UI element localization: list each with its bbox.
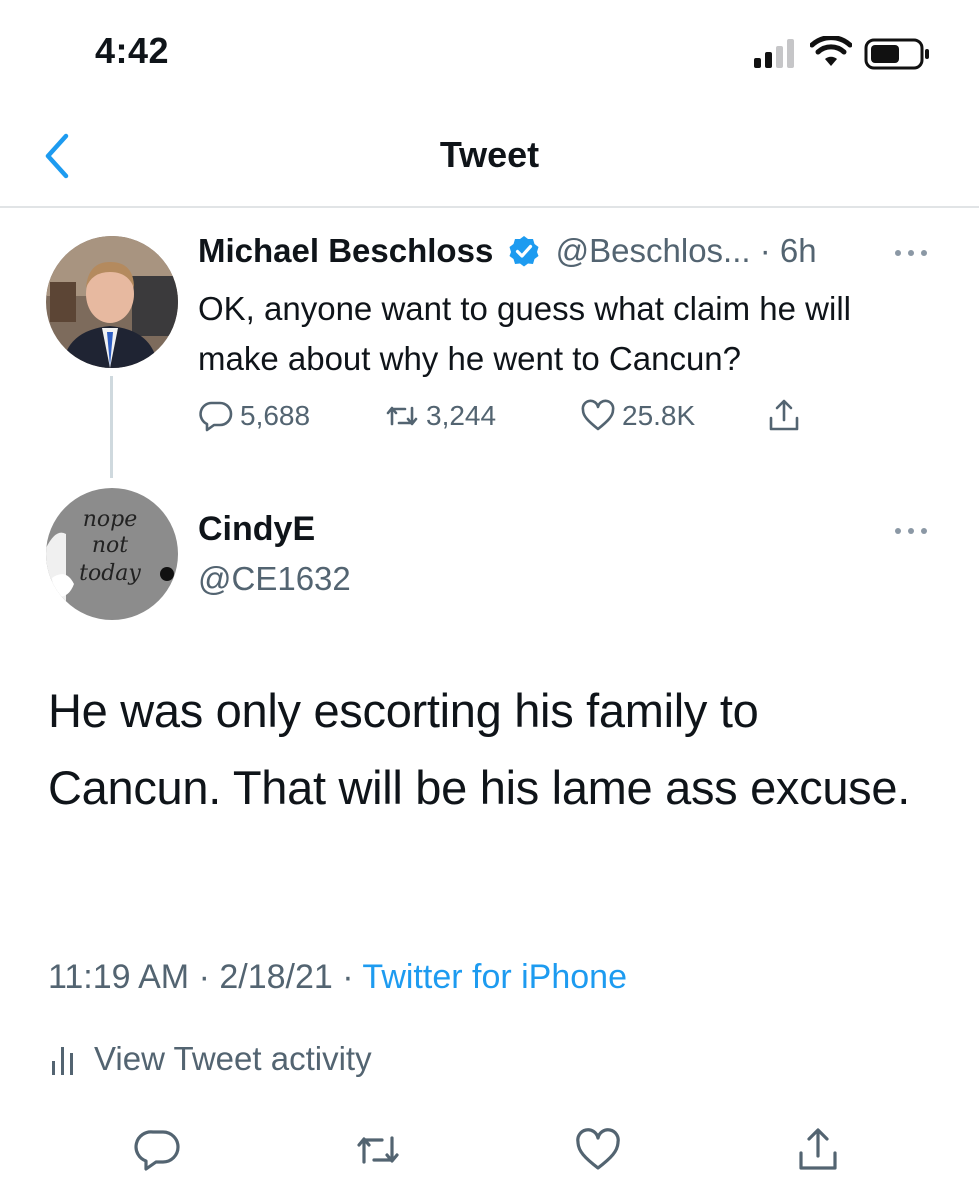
view-tweet-activity-link[interactable]: View Tweet activity xyxy=(48,1040,372,1078)
avatar-photo-icon xyxy=(46,236,178,368)
parent-author-handle[interactable]: @Beschlos... xyxy=(556,232,751,269)
parent-tweet-text: OK, anyone want to guess what claim he w… xyxy=(198,290,851,377)
tweet-date: · 2/18/21 · xyxy=(198,958,354,996)
tweet-metadata: 11:19 AM · 2/18/21 · Twitter for iPhone xyxy=(48,958,627,997)
retweet-icon[interactable] xyxy=(354,1126,402,1174)
avatar-text-nope: nope xyxy=(83,507,138,532)
reply-author-name[interactable]: CindyE xyxy=(198,510,315,549)
parent-author-name[interactable]: Michael Beschloss xyxy=(198,232,493,269)
page-title: Tweet xyxy=(439,134,540,175)
share-icon[interactable] xyxy=(794,1126,842,1174)
retweet-count: 3,244 xyxy=(426,400,497,431)
reply-tweet-text: He was only escorting his family to Canc… xyxy=(48,684,910,814)
verified-badge-icon xyxy=(509,236,539,267)
share-icon xyxy=(769,399,799,431)
parent-tweet-header: Michael Beschloss @Beschlos... · 6h xyxy=(198,232,817,278)
nav-bar: Tweet xyxy=(0,100,979,208)
heart-icon xyxy=(581,399,615,431)
reply-count: 5,688 xyxy=(240,400,311,431)
parent-tweet-time: · 6h xyxy=(759,232,817,269)
avatar-text-today: today xyxy=(79,561,141,586)
retweet-icon xyxy=(386,406,418,426)
tweet-source-link[interactable]: Twitter for iPhone xyxy=(362,958,627,996)
like-action[interactable]: 25.8K xyxy=(580,394,695,438)
activity-label: View Tweet activity xyxy=(94,1040,372,1077)
avatar-cindye[interactable]: nope not today xyxy=(46,488,178,620)
reply-icon[interactable] xyxy=(134,1126,182,1174)
heart-icon[interactable] xyxy=(574,1126,622,1174)
reply-author-handle[interactable]: @CE1632 xyxy=(198,560,351,598)
like-count: 25.8K xyxy=(622,400,696,431)
retweet-action[interactable]: 3,244 xyxy=(384,394,496,438)
tweet-timestamp: 11:19 AM xyxy=(48,958,190,996)
tweet-action-bar xyxy=(0,1126,979,1176)
more-options-icon[interactable] xyxy=(890,238,932,268)
reply-action[interactable]: 5,688 xyxy=(198,394,310,438)
avatar-text-not: not xyxy=(92,533,128,558)
cellular-signal-icon xyxy=(754,39,794,68)
battery-icon xyxy=(864,38,929,70)
avatar-michael-beschloss[interactable] xyxy=(46,236,178,368)
avatar-nope-not-today-shirt-icon: nope not today xyxy=(46,488,178,620)
reply-icon xyxy=(199,401,233,432)
wifi-icon xyxy=(810,36,852,66)
more-options-icon[interactable] xyxy=(890,516,932,546)
share-action[interactable] xyxy=(766,394,808,438)
status-time: 4:42 xyxy=(95,30,170,71)
thread-connector-line xyxy=(110,376,113,478)
activity-bars-icon xyxy=(52,1047,73,1075)
status-bar: 4:42 xyxy=(0,0,979,100)
